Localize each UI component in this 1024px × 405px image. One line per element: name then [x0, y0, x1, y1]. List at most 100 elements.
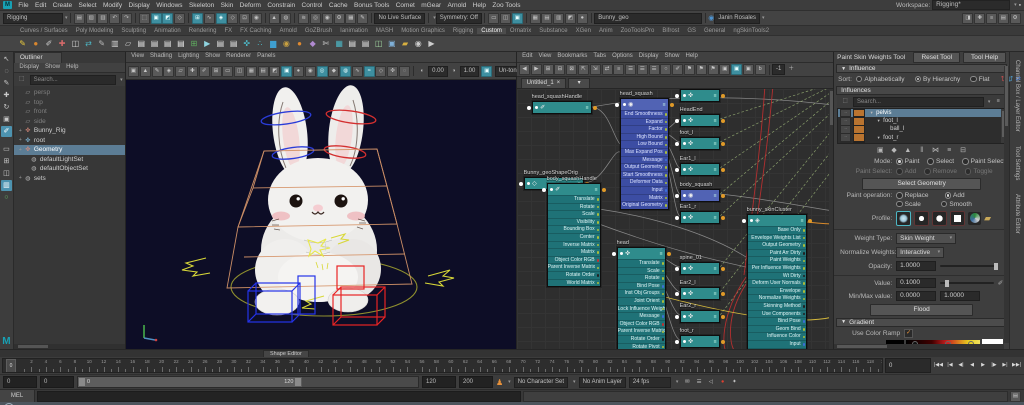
- menu-comet[interactable]: Comet: [393, 2, 419, 9]
- maya-brush-icon[interactable]: [968, 212, 981, 225]
- outliner-menu-show[interactable]: Show: [43, 63, 63, 72]
- attr-row-rotate-order[interactable]: Rotate Order: [548, 271, 600, 279]
- 2d-pan-icon[interactable]: ✚: [187, 66, 198, 77]
- ne-graph-down-icon[interactable]: ⇲: [590, 64, 601, 75]
- attr-row-world-matrix[interactable]: World Matrix: [548, 279, 600, 287]
- input-port[interactable]: [675, 168, 679, 172]
- menu-constrain[interactable]: Constrain: [264, 2, 298, 9]
- bracket-icon[interactable]: ◫: [69, 38, 81, 50]
- textured-icon[interactable]: ◩: [565, 13, 576, 24]
- output-port[interactable]: [721, 315, 725, 319]
- opacity-field[interactable]: 1.0000: [896, 261, 936, 271]
- node-foot-l[interactable]: ✜≡: [680, 137, 720, 150]
- select-camera-icon[interactable]: ▣: [128, 66, 139, 77]
- go-to-end-button[interactable]: ▶▶|: [1011, 360, 1022, 371]
- shaded-icon[interactable]: ▥: [553, 13, 564, 24]
- node-head[interactable]: ✜≡TranslateScaleRotateBind PoseInst Obj …: [617, 247, 666, 349]
- scissors-icon[interactable]: ✄: [320, 38, 332, 50]
- node-bunny-skincluster[interactable]: ◈≡Base OnlyEnvelope Weights ListOutput G…: [747, 214, 807, 349]
- attr-row-rotate-order[interactable]: Rotate Order: [618, 335, 665, 343]
- node-body-squash[interactable]: ◉≡: [680, 189, 720, 202]
- aa-icon[interactable]: ≈: [364, 66, 375, 77]
- shelf-tab-arnold[interactable]: Arnold: [275, 28, 300, 34]
- shelf-tab-ianimation[interactable]: Ianimation: [336, 28, 372, 34]
- ne-layout-icon[interactable]: ≡: [613, 64, 624, 75]
- shelf-tab-animation[interactable]: Animation: [150, 28, 185, 34]
- input-port[interactable]: [675, 194, 679, 198]
- undo-icon[interactable]: ↶: [109, 13, 120, 24]
- attr-row-bind-pose[interactable]: Bind Pose: [618, 282, 665, 290]
- reset-tool-button[interactable]: Reset Tool: [913, 52, 960, 63]
- select-hierarchy-icon[interactable]: ⬚: [139, 13, 150, 24]
- comment-icon[interactable]: ✉: [682, 377, 693, 388]
- gamma-icon[interactable]: ◑: [448, 66, 459, 77]
- graph-icon[interactable]: ☰: [694, 377, 705, 388]
- shadows-icon[interactable]: ◆: [328, 66, 339, 77]
- shape-editor-tab[interactable]: Shape Editor: [263, 350, 309, 357]
- attr-row-rotate-pivot[interactable]: Rotate Pivot: [618, 343, 665, 349]
- shelf-tab-zootoolspro[interactable]: ZooToolsPro: [617, 28, 659, 34]
- tool-panel-vscrollbar[interactable]: [1004, 66, 1009, 343]
- attr-row-message[interactable]: Message: [621, 156, 668, 164]
- shelf-tab-ngskintools2[interactable]: ngSkinTools2: [729, 28, 773, 34]
- sidebar-channel-icon[interactable]: ≡: [986, 13, 997, 24]
- input-port[interactable]: [675, 267, 679, 271]
- visibility-toggle-icon[interactable]: ··: [840, 142, 851, 144]
- shelf-tab-sculpting[interactable]: Sculpting: [117, 28, 150, 34]
- shelf-tab-substance[interactable]: Substance: [535, 28, 571, 34]
- ne-back-icon[interactable]: ◀: [519, 64, 530, 75]
- menu-control[interactable]: Control: [298, 2, 325, 9]
- snap-curve-icon[interactable]: ∿: [204, 13, 215, 24]
- grid-dots-icon[interactable]: ▦: [333, 38, 345, 50]
- outliner-item-side[interactable]: ▱side: [14, 117, 125, 127]
- menu-zoo-tools[interactable]: Zoo Tools: [489, 2, 523, 9]
- rotate-tool-icon[interactable]: ↻: [1, 102, 12, 113]
- wireframe-icon[interactable]: ▤: [541, 13, 552, 24]
- sort-option-by-hierarchy[interactable]: By Hierarchy: [915, 76, 961, 83]
- shelf-tab-curves-surfaces[interactable]: Curves / Surfaces: [16, 28, 72, 34]
- attr-row-high-bound[interactable]: High Bound: [621, 133, 668, 141]
- gamma-field[interactable]: 1.00: [460, 66, 480, 77]
- res-gate-icon[interactable]: ◫: [234, 66, 245, 77]
- menu-deform[interactable]: Deform: [236, 2, 264, 9]
- brush-soft-icon[interactable]: [896, 211, 911, 226]
- node-editor-tab[interactable]: Untitled_1 ×: [521, 78, 567, 88]
- textured-icon[interactable]: ◉: [305, 66, 316, 77]
- attr-row-input[interactable]: Input: [748, 340, 806, 348]
- attr-row-visibility[interactable]: Visibility: [548, 218, 600, 226]
- ovrl-button-icon[interactable]: ▤: [214, 38, 226, 50]
- command-input[interactable]: [37, 391, 521, 402]
- shelf-tab-general[interactable]: General: [700, 28, 729, 34]
- image-plane-icon[interactable]: ▱: [175, 66, 186, 77]
- ne-remove-icon[interactable]: ⊟: [554, 64, 565, 75]
- attr-row-factor[interactable]: Factor: [621, 125, 668, 133]
- step-fwd-frame-button[interactable]: ▶|: [1000, 360, 1010, 371]
- fill-icon[interactable]: ●: [293, 66, 304, 77]
- shelf-tab-fx-caching[interactable]: FX Caching: [236, 28, 275, 34]
- ne-clear-icon[interactable]: ⊠: [566, 64, 577, 75]
- flood-button[interactable]: Flood: [870, 304, 973, 316]
- viewport-menu-show[interactable]: Show: [203, 52, 223, 62]
- outliner-item-front[interactable]: ▱front: [14, 107, 125, 117]
- colorspace-icon[interactable]: ▣: [481, 66, 492, 77]
- paint-effects-icon[interactable]: ✎: [357, 13, 368, 24]
- attr-row-matrix[interactable]: Matrix: [548, 248, 600, 256]
- output-port[interactable]: [721, 292, 725, 296]
- w-button-icon[interactable]: ▤: [162, 38, 174, 50]
- shelf-tab-gozbrush[interactable]: GoZBrush: [301, 28, 336, 34]
- camera-attrs-icon[interactable]: ✎: [152, 66, 163, 77]
- ao-icon[interactable]: ◍: [340, 66, 351, 77]
- character-set-icon[interactable]: ♟: [496, 378, 503, 387]
- traversal-depth-field[interactable]: -1: [772, 64, 785, 75]
- sort-down-icon[interactable]: ⇄: [1015, 75, 1020, 83]
- render-icon[interactable]: ◎: [310, 13, 321, 24]
- step-back-key-button[interactable]: ◀|: [956, 360, 966, 371]
- mirror-icon[interactable]: ‖: [917, 146, 926, 155]
- node-foot-r[interactable]: ✜≡: [680, 335, 720, 348]
- menu-edit[interactable]: Edit: [32, 2, 50, 9]
- ne-fwd-icon[interactable]: ▶: [531, 64, 542, 75]
- brush-solid-icon[interactable]: [932, 211, 947, 226]
- select-component-icon[interactable]: ◩: [162, 13, 173, 24]
- attr-row-rotate[interactable]: Rotate: [618, 274, 665, 282]
- attr-row-translate[interactable]: Translate: [618, 259, 665, 267]
